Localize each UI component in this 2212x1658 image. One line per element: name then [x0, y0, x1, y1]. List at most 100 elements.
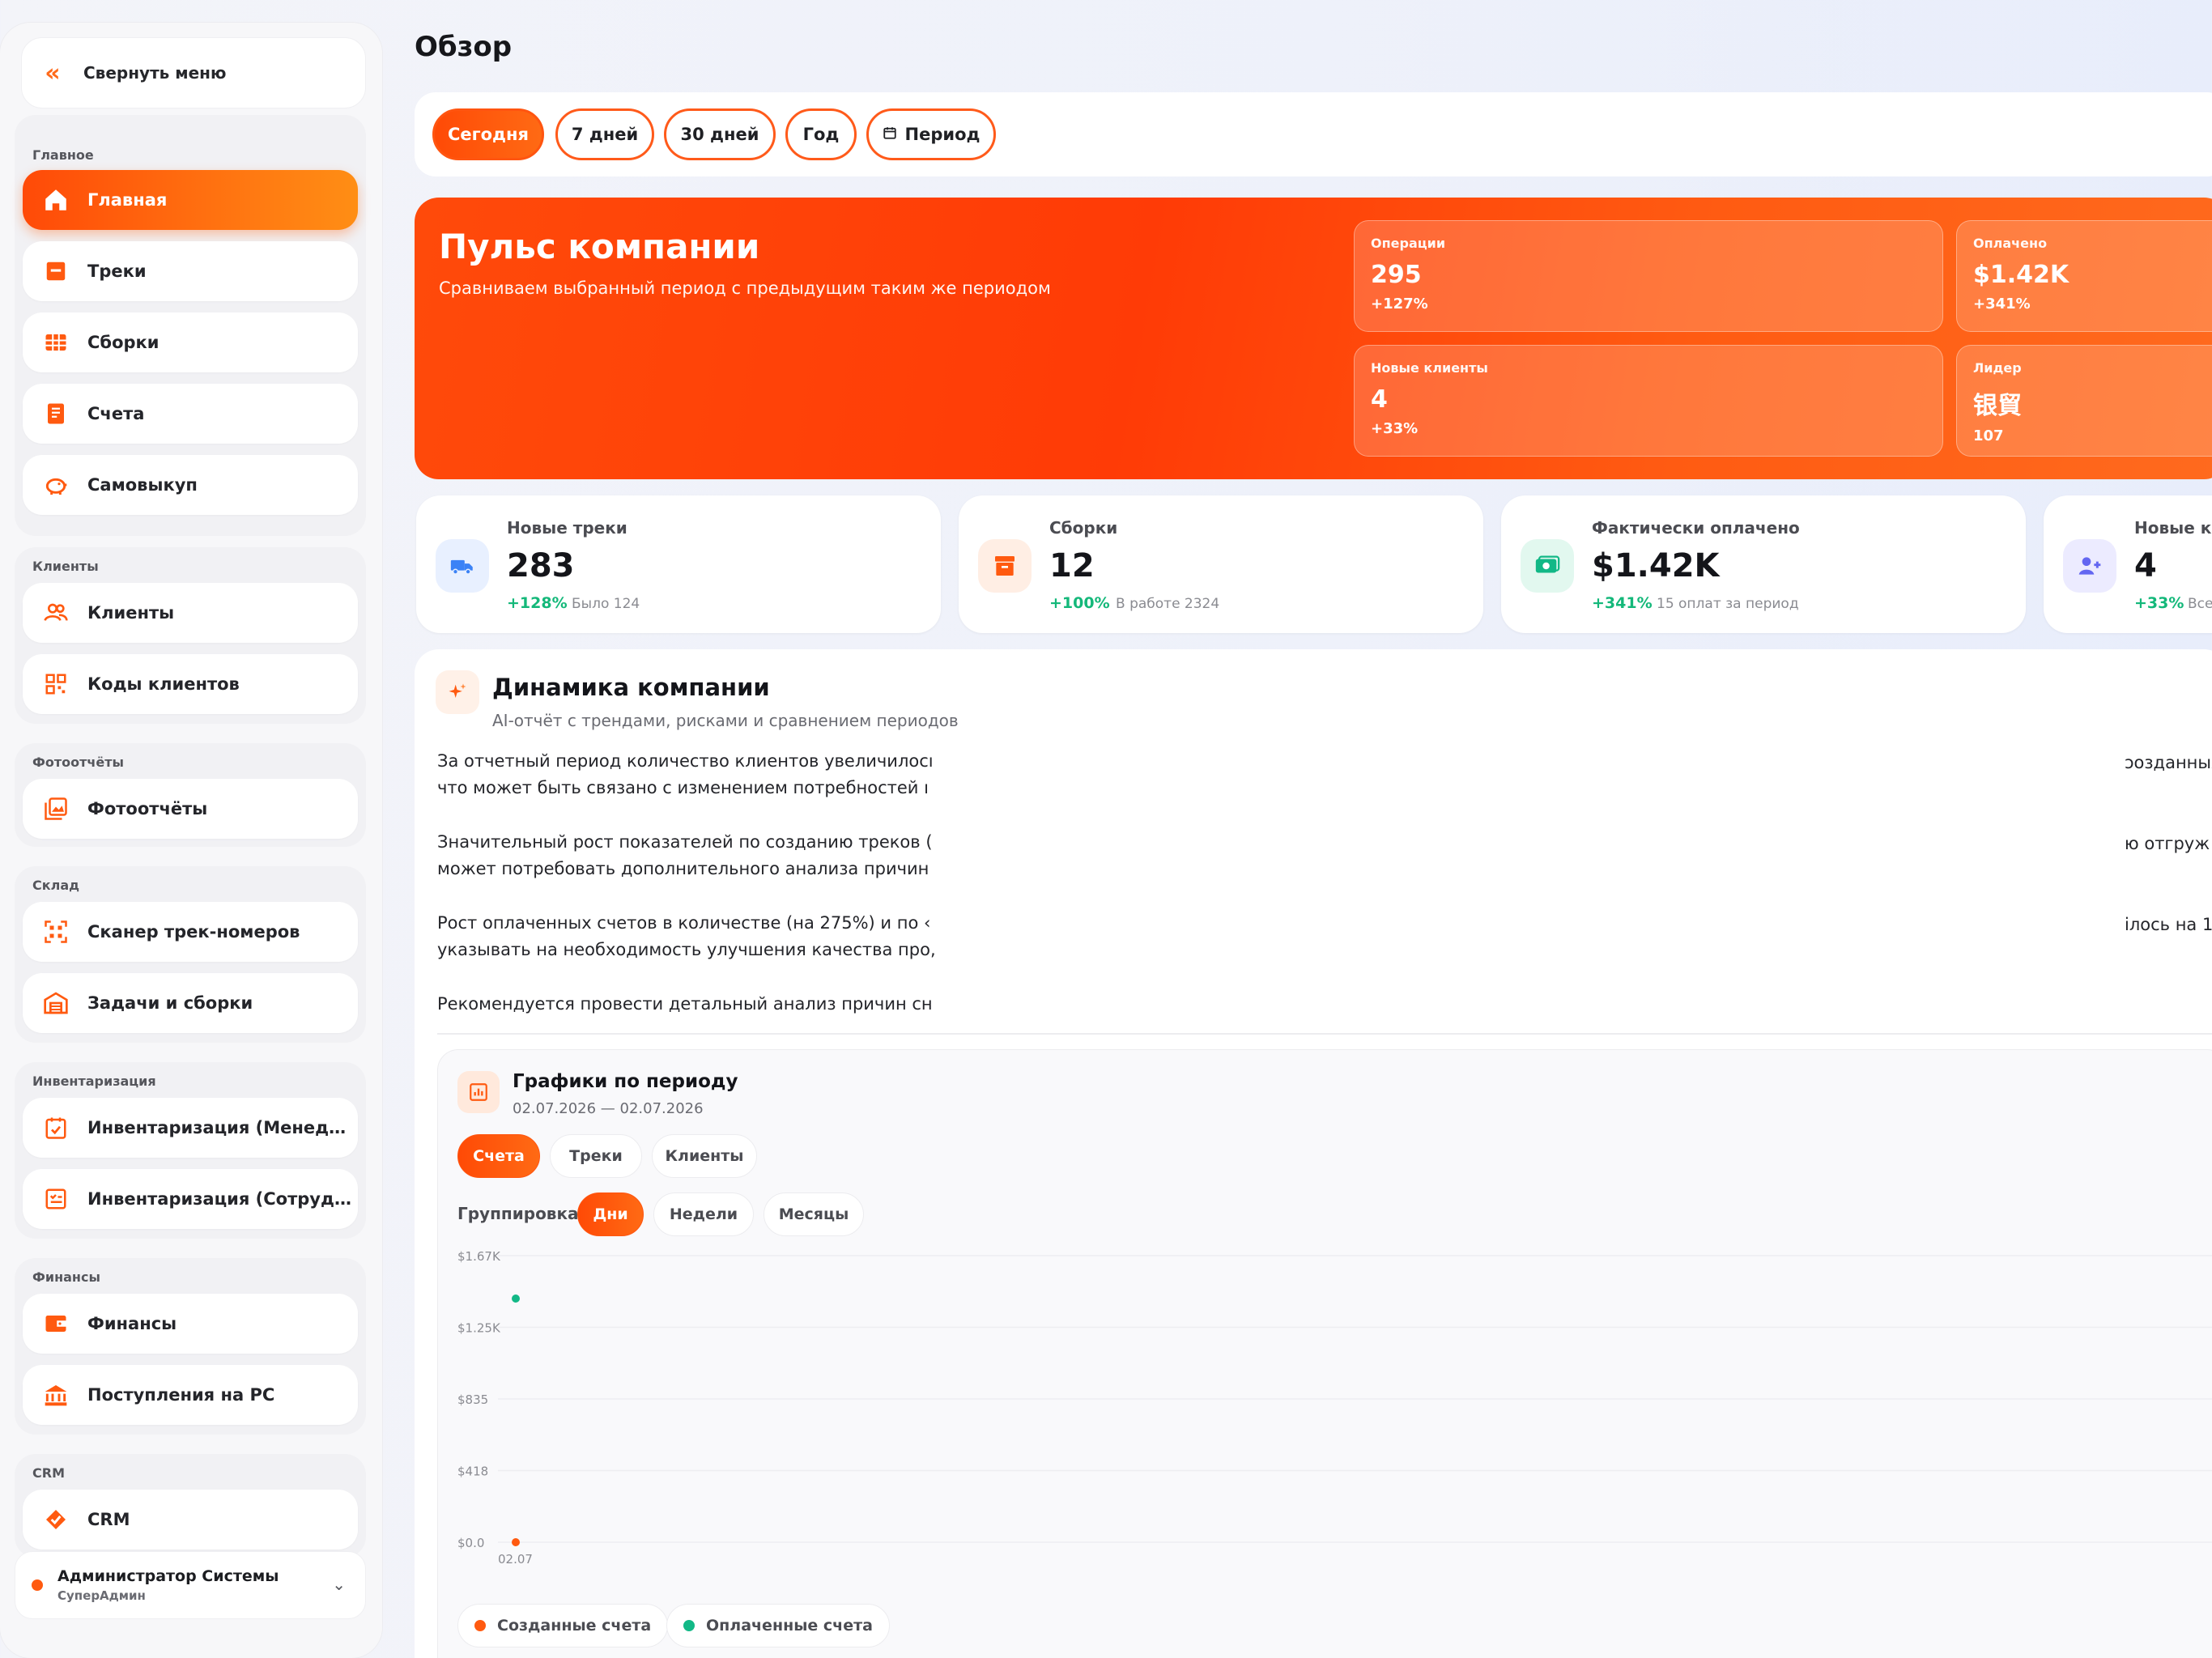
nav-group-title: Склад — [32, 878, 80, 893]
legend-dot-created — [474, 1620, 486, 1631]
sidebar-item-label: Счета — [87, 404, 145, 423]
stat-label: Новые треки — [507, 518, 627, 538]
stat-value: 4 — [2134, 547, 2157, 585]
pulse-card-operations: Операции 295 +127% — [1354, 220, 1943, 332]
grouping-option-label: Месяцы — [778, 1205, 849, 1223]
sidebar-item-label: Клиенты — [87, 603, 175, 623]
sidebar-item-label: Фотоотчёты — [87, 799, 208, 818]
collapse-menu-button[interactable]: « Свернуть меню — [21, 37, 366, 108]
nav-group-title: Клиенты — [32, 559, 99, 574]
chart-tab-label: Клиенты — [665, 1147, 744, 1165]
legend-dot-paid — [683, 1620, 695, 1631]
sidebar-item-inventory-employee[interactable]: Инвентаризация (Сотрудн… — [23, 1169, 358, 1229]
sidebar-item-builds[interactable]: Сборки — [23, 312, 358, 372]
stat-note: 15 оплат за период — [1657, 596, 1799, 612]
period-year[interactable]: Год — [785, 108, 857, 160]
sparkles-icon — [436, 670, 479, 714]
pulse-card-leader: Лидер 银貿 107 — [1956, 345, 2212, 457]
legend-paid-invoices[interactable]: Оплаченные счета — [666, 1604, 890, 1647]
sidebar-item-track-scanner[interactable]: Сканер трек-номеров — [23, 902, 358, 962]
nav-group-finance: Финансы Финансы Поступления на РС — [15, 1258, 366, 1435]
sidebar-item-label: Финансы — [87, 1314, 177, 1333]
grouping-weeks[interactable]: Недели — [653, 1192, 754, 1236]
data-point[interactable] — [512, 1294, 520, 1303]
chart-tab-label: Счета — [473, 1147, 525, 1165]
user-name: Администратор Системы — [57, 1567, 279, 1585]
checklist-icon — [42, 1185, 70, 1213]
pulse-card-value: 银貿 — [1973, 392, 2022, 420]
stat-label: Фактически оплачено — [1592, 518, 1800, 538]
status-dot — [32, 1579, 43, 1591]
sidebar-item-label: CRM — [87, 1510, 130, 1529]
pulse-card-value: 4 — [1371, 385, 1388, 414]
report-line-tail: ілось на 1 — [2125, 915, 2212, 934]
grid-icon — [42, 329, 70, 356]
period-label: Сегодня — [447, 125, 529, 144]
sidebar-item-self-purchase[interactable]: Самовыкуп — [23, 455, 358, 515]
chart-tab-invoices[interactable]: Счета — [457, 1134, 540, 1178]
pulse-card-label: Лидер — [1973, 360, 2022, 376]
user-role: СуперАдмин — [57, 1588, 146, 1603]
report-line: может потребовать дополнительного анализ… — [437, 859, 929, 878]
nav-group-title: Финансы — [32, 1269, 100, 1285]
pulse-card-value: $1.42K — [1973, 261, 2069, 289]
scanner-icon — [42, 918, 70, 946]
grouping-days[interactable]: Дни — [577, 1192, 644, 1236]
report-line: указывать на необходимость улучшения кач… — [437, 940, 936, 959]
grouping-months[interactable]: Месяцы — [764, 1192, 864, 1236]
truck-icon — [436, 539, 489, 593]
legend-created-invoices[interactable]: Созданные счета — [457, 1604, 669, 1647]
stat-card-new-clients[interactable]: Новые кл 4 +33% Все — [2044, 495, 2212, 633]
sidebar-item-label: Коды клиентов — [87, 674, 240, 694]
sidebar-item-bank-receipts[interactable]: Поступления на РС — [23, 1365, 358, 1425]
double-chevron-left-icon: « — [45, 58, 61, 87]
chevron-down-icon: ⌄ — [332, 1575, 346, 1594]
period-label: 7 дней — [571, 125, 639, 144]
period-7-days[interactable]: 7 дней — [555, 108, 654, 160]
stat-card-actual-paid[interactable]: Фактически оплачено $1.42K +341% 15 опла… — [1501, 495, 2026, 633]
stat-card-builds[interactable]: Сборки 12 +100% В работе 2324 — [959, 495, 1483, 633]
bank-icon — [42, 1381, 70, 1409]
stat-label: Новые кл — [2134, 518, 2212, 538]
grouping-label: Группировка — [457, 1204, 579, 1223]
sidebar-item-tasks-builds[interactable]: Задачи и сборки — [23, 973, 358, 1033]
period-today[interactable]: Сегодня — [432, 108, 544, 160]
sidebar-item-clients[interactable]: Клиенты — [23, 583, 358, 643]
pulse-card-delta: +33% — [1371, 420, 1419, 437]
tracks-icon — [42, 257, 70, 285]
sidebar-item-invoices[interactable]: Счета — [23, 384, 358, 444]
sidebar-item-home[interactable]: Главная — [23, 170, 358, 230]
user-profile-menu[interactable]: Администратор Системы СуперАдмин ⌄ — [15, 1551, 366, 1619]
period-30-days[interactable]: 30 дней — [664, 108, 776, 160]
pulse-card-label: Операции — [1371, 236, 1446, 251]
users-icon — [42, 599, 70, 627]
chart-tab-clients[interactable]: Клиенты — [652, 1134, 757, 1178]
nav-group-inventory: Инвентаризация Инвентаризация (Менедже… … — [15, 1062, 366, 1239]
stat-label: Сборки — [1049, 518, 1118, 538]
sidebar-item-tracks[interactable]: Треки — [23, 241, 358, 301]
sidebar-item-label: Инвентаризация (Менедже… — [87, 1118, 355, 1137]
report-paragraph: Значительный рост показателей по создани… — [437, 829, 933, 882]
sidebar-item-label: Треки — [87, 261, 147, 281]
data-point[interactable] — [512, 1538, 520, 1546]
sidebar-item-finance[interactable]: Финансы — [23, 1294, 358, 1354]
sidebar-item-crm[interactable]: CRM — [23, 1490, 358, 1550]
page-title: Обзор — [415, 31, 513, 63]
sidebar: « Свернуть меню Главное Главная Треки Сб… — [0, 23, 382, 1658]
period-filter-bar: Сегодня 7 дней 30 дней Год Период — [415, 92, 2212, 176]
nav-group-title: Главное — [32, 147, 94, 163]
stat-delta: +100% — [1049, 594, 1110, 612]
report-line-tail: ɔозданных — [2125, 753, 2212, 772]
report-line-tail: ю отгруж — [2125, 834, 2210, 853]
report-line: что может быть связано с изменением потр… — [437, 778, 929, 797]
period-custom[interactable]: Период — [866, 108, 996, 160]
period-charts-panel: Графики по периоду 02.07.2026 — 02.07.20… — [437, 1049, 2212, 1658]
sidebar-item-inventory-manager[interactable]: Инвентаризация (Менедже… — [23, 1098, 358, 1158]
sidebar-item-photo-reports[interactable]: Фотоотчёты — [23, 779, 358, 839]
pulse-subtitle: Сравниваем выбранный период с предыдущим… — [439, 278, 1051, 298]
pulse-card-label: Оплачено — [1973, 236, 2048, 251]
pulse-card-value: 295 — [1371, 261, 1422, 289]
chart-tab-tracks[interactable]: Треки — [550, 1134, 642, 1178]
sidebar-item-client-codes[interactable]: Коды клиентов — [23, 654, 358, 714]
stat-card-new-tracks[interactable]: Новые треки 283 +128% Было 124 — [416, 495, 941, 633]
